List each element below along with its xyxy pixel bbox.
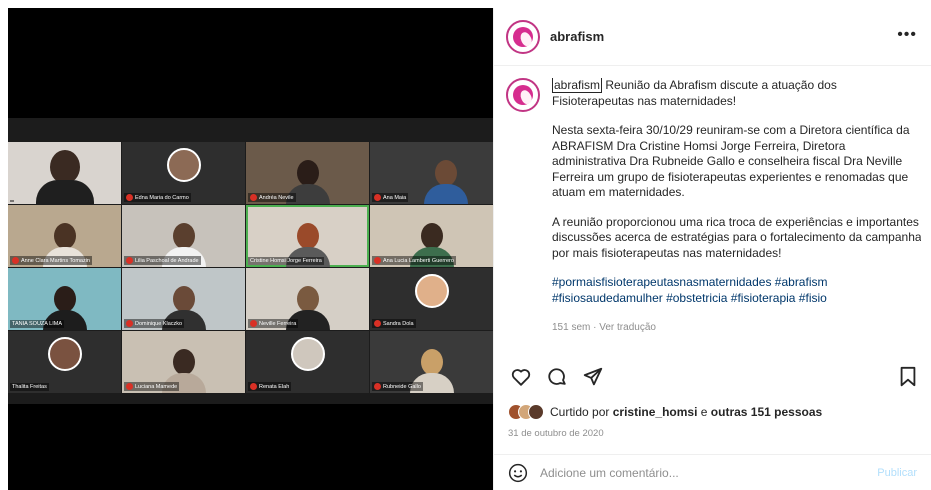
participant-tile: Thalita Freitas xyxy=(8,331,121,393)
post-date: 31 de outubro de 2020 xyxy=(508,428,604,439)
caption-hashtags[interactable]: #pormaisfisioterapeutasnasmaternidades #… xyxy=(552,275,921,306)
participant-name: Lilia Paschoal de Andrade xyxy=(124,256,201,265)
comment-icon[interactable] xyxy=(546,366,568,388)
mic-muted-icon xyxy=(374,383,381,390)
participant-tile: Dominique Klaczko xyxy=(122,268,245,330)
participant-tile: Lilia Paschoal de Andrade xyxy=(122,205,245,267)
participant-name: Thalita Freitas xyxy=(10,383,49,391)
post-sidebar: abrafism ••• abrafism Reunião da Abrafis… xyxy=(493,8,931,490)
action-bar xyxy=(506,366,920,394)
video-grid-area: Edna Maria do Carmo Andréa Nevile Ana Ma… xyxy=(8,118,493,404)
mic-muted-icon xyxy=(374,320,381,327)
participant-tile: Ana Lucia Lamberti Guerrero xyxy=(370,205,493,267)
participant-name: Anne Clara Martins Tomazin xyxy=(10,256,92,265)
likes-others[interactable]: outras 151 pessoas xyxy=(711,405,822,419)
participant-name: Rubneide Gallo xyxy=(372,382,423,391)
participant-name: Ana Lucia Lamberti Guerrero xyxy=(372,256,456,265)
emoji-icon[interactable] xyxy=(508,463,528,483)
post-media[interactable]: Edna Maria do Carmo Andréa Nevile Ana Ma… xyxy=(8,8,493,490)
caption-paragraph-1: Nesta sexta-feira 30/10/29 reuniram-se c… xyxy=(552,123,910,199)
participant-tile: Andréa Nevile xyxy=(246,142,369,204)
mic-muted-icon xyxy=(12,257,19,264)
participant-name: Andréa Nevile xyxy=(248,193,296,202)
mic-muted-icon xyxy=(250,320,257,327)
participant-tile: Anne Clara Martins Tomazin xyxy=(8,205,121,267)
participant-tile: Sandra Dola xyxy=(370,268,493,330)
mic-muted-icon xyxy=(250,383,257,390)
caption-username[interactable]: abrafism xyxy=(552,78,603,93)
header-username[interactable]: abrafism xyxy=(550,29,604,44)
participant-tile: Edna Maria do Carmo xyxy=(122,142,245,204)
participant-tile: Luciana Mamede xyxy=(122,331,245,393)
liker-avatar[interactable] xyxy=(528,404,544,420)
participant-name: Ana Maia xyxy=(372,193,409,202)
participant-tile xyxy=(8,142,121,204)
participant-name: Sandra Dola xyxy=(372,319,416,328)
likes-summary: Curtido por cristine_homsi e outras 151 … xyxy=(508,404,822,420)
comment-input[interactable]: Adicione um comentário... xyxy=(540,466,877,480)
more-options-icon[interactable]: ••• xyxy=(897,26,917,44)
mic-muted-icon xyxy=(250,194,257,201)
caption-meta: 151 sem · Ver tradução xyxy=(552,322,656,333)
participant-tile: TANIA SOUZA LIMA xyxy=(8,268,121,330)
participant-name: TANIA SOUZA LIMA xyxy=(10,320,65,328)
participant-name: Luciana Mamede xyxy=(124,382,180,391)
share-icon[interactable] xyxy=(582,366,604,388)
post-header: abrafism ••• xyxy=(494,8,931,66)
participant-grid: Edna Maria do Carmo Andréa Nevile Ana Ma… xyxy=(8,142,493,393)
heart-icon[interactable] xyxy=(510,366,532,388)
caption-body: abrafism Reunião da Abrafism discute a a… xyxy=(552,78,921,336)
likes-user[interactable]: cristine_homsi xyxy=(613,405,698,419)
participant-name: Dominique Klaczko xyxy=(124,319,185,328)
mic-muted-icon xyxy=(126,320,133,327)
likes-prefix: Curtido por xyxy=(550,405,610,419)
bookmark-icon[interactable] xyxy=(898,366,918,388)
participant-tile: Neville Ferreira xyxy=(246,268,369,330)
participant-tile-active: Cristine Homsi Jorge Ferreira xyxy=(246,205,369,267)
participant-name: Neville Ferreira xyxy=(248,319,299,328)
mic-muted-icon xyxy=(126,257,133,264)
publish-button[interactable]: Publicar xyxy=(877,467,917,479)
mic-muted-icon xyxy=(374,257,381,264)
comment-box: Adicione um comentário... Publicar xyxy=(494,454,931,490)
mic-muted-icon xyxy=(126,194,133,201)
caption-paragraph-2: A reunião proporcionou uma rica troca de… xyxy=(552,214,921,260)
likes-middle: e xyxy=(700,405,708,419)
mic-muted-icon xyxy=(374,194,381,201)
participant-name: Cristine Homsi Jorge Ferreira xyxy=(248,257,324,265)
caption-avatar[interactable] xyxy=(506,78,540,112)
post-caption: abrafism Reunião da Abrafism discute a a… xyxy=(506,78,921,350)
participant-name xyxy=(10,200,14,202)
mic-muted-icon xyxy=(126,383,133,390)
participant-tile: Ana Maia xyxy=(370,142,493,204)
participant-tile: Renata Elah xyxy=(246,331,369,393)
participant-name: Edna Maria do Carmo xyxy=(124,193,191,202)
profile-avatar[interactable] xyxy=(506,19,540,54)
participant-tile: Rubneide Gallo xyxy=(370,331,493,393)
participant-name: Renata Elah xyxy=(248,382,292,391)
